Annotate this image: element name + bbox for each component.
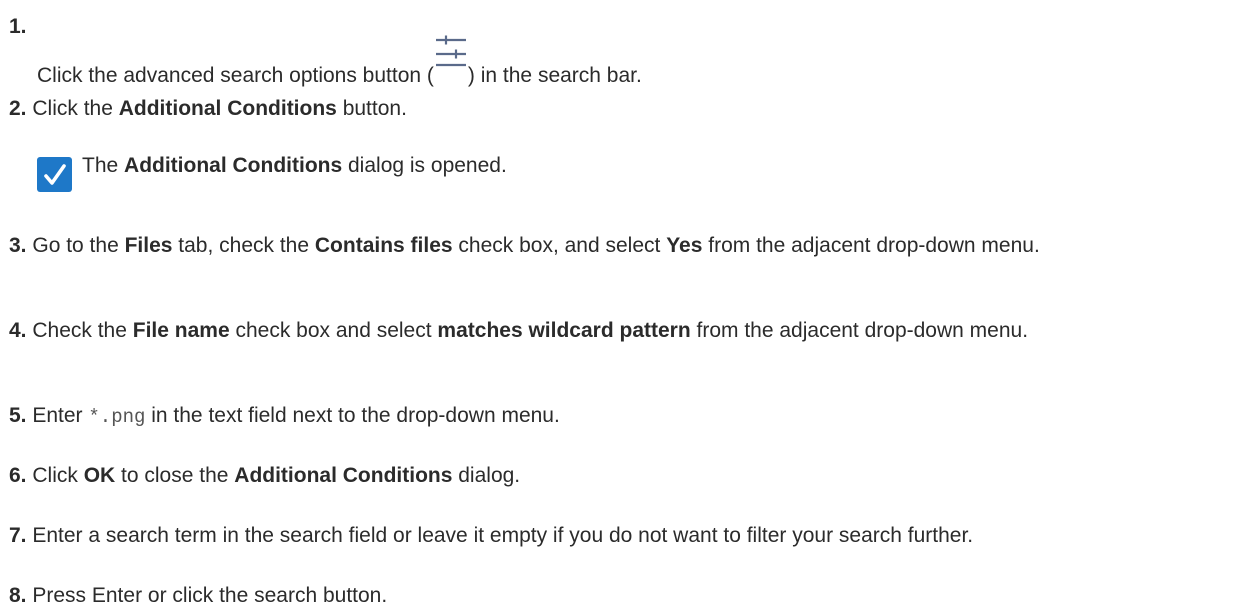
step-text-segment: button. [336, 97, 407, 120]
advanced-search-options-icon [434, 35, 468, 86]
result-text: The Additional Conditions dialog is open… [82, 153, 507, 178]
step-item: 3. Go to the Files tab, check the Contai… [9, 233, 1250, 258]
step-number: 8. [9, 584, 27, 607]
step-text-segment: tab, check the [172, 234, 315, 257]
step-text-segment: dialog is opened. [342, 154, 507, 177]
step-item: 4. Check the File name check box and sel… [9, 318, 1250, 343]
step-text: Click the advanced search options button… [37, 35, 642, 88]
step-item: 7. Enter a search term in the search fie… [9, 523, 973, 548]
step-number: 1. [9, 15, 27, 38]
step-item: 2. Click the Additional Conditions butto… [9, 96, 407, 121]
step-text-segment: ) in the search bar. [467, 64, 642, 87]
step-text-segment: to close the [115, 464, 235, 487]
step-item: 5. Enter *.png in the text field next to… [9, 403, 560, 430]
step-item: 6. Click OK to close the Additional Cond… [9, 463, 520, 488]
ui-term: File name [132, 319, 230, 342]
step-number: 6. [9, 464, 27, 487]
step-number: 7. [9, 524, 27, 547]
step-text-segment: check box, and select [452, 234, 667, 257]
step-number: 4. [9, 319, 27, 342]
step-text-segment: Enter [32, 404, 89, 427]
step-text-segment: dialog. [452, 464, 521, 487]
ui-term: OK [83, 464, 116, 487]
ui-term: Additional Conditions [124, 154, 343, 177]
checkmark-icon [37, 157, 72, 192]
step-text-segment: Click [32, 464, 84, 487]
step-text-segment: Click the advanced search options button… [37, 64, 434, 87]
step-text-segment: Enter a search term in the search field … [32, 524, 974, 547]
step-number: 5. [9, 404, 27, 427]
step-text-segment: from the adjacent drop-down menu. [690, 319, 1029, 342]
step-text-segment: Press Enter or click the search button. [32, 584, 388, 607]
ui-term: Files [124, 234, 173, 257]
step-number: 3. [9, 234, 27, 257]
ui-term: matches wildcard pattern [437, 319, 691, 342]
ui-term: Additional Conditions [118, 97, 337, 120]
step-text-segment: check box and select [229, 319, 438, 342]
ui-term: Additional Conditions [234, 464, 453, 487]
step-text-segment: from the adjacent drop-down menu. [702, 234, 1040, 257]
step-text-segment: in the text field next to the drop-down … [145, 404, 560, 427]
step-item: 8. Press Enter or click the search butto… [9, 583, 387, 608]
step-text-segment: Click the [32, 97, 119, 120]
step-number: 2. [9, 97, 27, 120]
ui-term: Contains files [314, 234, 453, 257]
step-text-segment: The [82, 154, 125, 177]
step-text-segment: Check the [32, 319, 133, 342]
ui-term: Yes [666, 234, 703, 257]
step-text-segment: Go to the [32, 234, 125, 257]
code-literal: *.png [88, 406, 146, 428]
